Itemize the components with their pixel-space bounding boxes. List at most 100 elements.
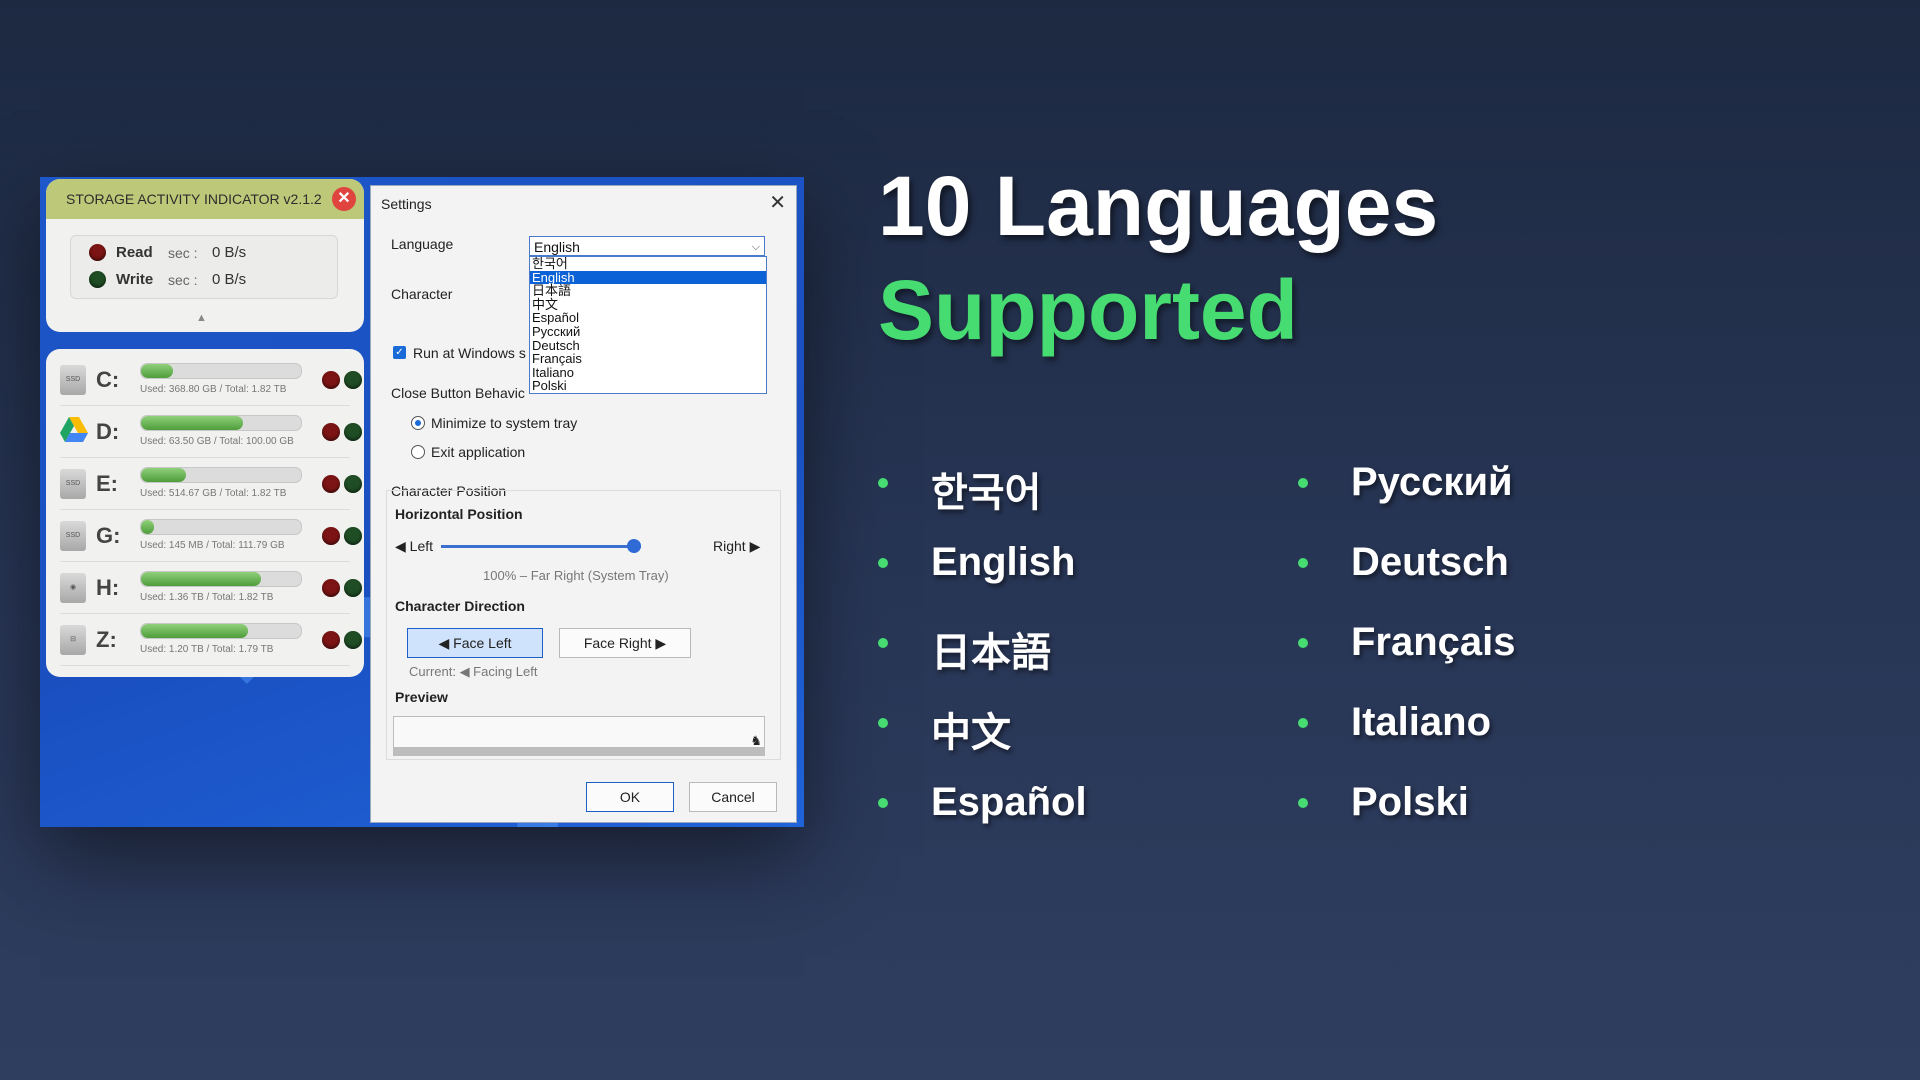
drive-row[interactable]: SSD C: Used: 368.80 GB / Total: 1.82 TB <box>60 355 362 406</box>
read-value: 0 B/s <box>212 244 247 261</box>
drive-letter: E: <box>96 471 118 496</box>
sec-label: sec : <box>168 244 198 261</box>
drive-letter: G: <box>96 523 121 548</box>
read-led-icon <box>322 527 340 545</box>
language-label: Language <box>391 236 454 252</box>
usage-bar-fill <box>141 416 244 430</box>
language-option[interactable]: English <box>530 270 766 285</box>
drive-activity-leds <box>322 631 362 649</box>
horizontal-slider-handle[interactable] <box>627 539 641 553</box>
run-at-windows-checkbox[interactable]: ✓ <box>393 346 406 359</box>
usage-bar <box>140 623 302 639</box>
write-led-icon <box>344 475 362 493</box>
horizontal-slider-track[interactable] <box>441 545 641 548</box>
minimize-label: Minimize to system tray <box>431 415 578 431</box>
ok-button[interactable]: OK <box>586 782 674 812</box>
widget-title: STORAGE ACTIVITY INDICATOR v2.1.2 <box>66 191 322 207</box>
write-led-icon <box>89 271 106 288</box>
character-sprite-icon: ♞ <box>750 733 762 748</box>
exit-radio[interactable] <box>411 445 425 459</box>
usage-bar <box>140 467 302 483</box>
language-option[interactable]: 中文 <box>530 298 766 312</box>
language-option[interactable]: 日本語 <box>530 284 766 298</box>
write-led-icon <box>344 371 362 389</box>
settings-dialog: Settings ✕ Language English ⌵ Character … <box>370 185 797 823</box>
language-select[interactable]: English ⌵ <box>529 236 765 256</box>
usage-bar <box>140 571 302 587</box>
usage-bar-fill <box>141 468 186 482</box>
close-icon[interactable]: ✕ <box>332 187 356 211</box>
close-icon[interactable]: ✕ <box>769 190 786 215</box>
write-row: Write sec : 0 B/s <box>89 271 246 288</box>
language-item: Deutsch <box>1351 540 1509 584</box>
app-screenshot: STORAGE ACTIVITY INDICATOR v2.1.2 ✕ Read… <box>40 177 804 827</box>
drive-activity-leds <box>322 527 362 545</box>
bullet-dot-icon <box>1298 558 1308 568</box>
drive-usage-info: Used: 1.36 TB / Total: 1.82 TB <box>140 592 274 603</box>
language-dropdown-list[interactable]: 한국어 English 日本語 中文 Español Русский Deutsch Fran… <box>529 256 767 394</box>
drive-activity-leds <box>322 423 362 441</box>
usage-bar-fill <box>141 364 173 378</box>
drive-letter: D: <box>96 419 120 444</box>
usage-bar-fill <box>141 572 261 586</box>
drive-usage-info: Used: 1.20 TB / Total: 1.79 TB <box>140 644 274 655</box>
bullet-dot-icon <box>878 638 888 648</box>
read-led-icon <box>322 423 340 441</box>
google-drive-icon <box>60 417 88 447</box>
bullet-dot-icon <box>878 478 888 488</box>
drive-usage-info: Used: 63.50 GB / Total: 100.00 GB <box>140 436 294 447</box>
drive-row[interactable]: D: Used: 63.50 GB / Total: 100.00 GB <box>60 407 362 458</box>
usage-bar-fill <box>141 520 154 534</box>
character-label: Character <box>391 286 453 302</box>
collapse-caret-icon[interactable]: ▲ <box>196 312 207 324</box>
language-option[interactable]: Polski <box>530 379 766 393</box>
read-row: Read sec : 0 B/s <box>89 244 246 261</box>
bullet-dot-icon <box>878 558 888 568</box>
drive-list-panel: SSD C: Used: 368.80 GB / Total: 1.82 TB D: U… <box>46 349 364 677</box>
language-option[interactable]: Español <box>530 311 766 325</box>
language-option[interactable]: Italiano <box>530 366 766 380</box>
drive-row[interactable]: ⊟ Z: Used: 1.20 TB / Total: 1.79 TB <box>60 615 362 666</box>
drive-row[interactable]: ◉ H: Used: 1.36 TB / Total: 1.82 TB <box>60 563 362 614</box>
drive-row[interactable]: SSD E: Used: 514.67 GB / Total: 1.82 TB <box>60 459 362 510</box>
drive-usage-info: Used: 368.80 GB / Total: 1.82 TB <box>140 384 287 395</box>
face-left-button[interactable]: ◀ Face Left <box>407 628 543 658</box>
language-item: 日本語 <box>931 631 1051 675</box>
read-led-icon <box>322 579 340 597</box>
bullet-dot-icon <box>878 718 888 728</box>
bullet-dot-icon <box>1298 718 1308 728</box>
drive-usage-info: Used: 514.67 GB / Total: 1.82 TB <box>140 488 287 499</box>
cancel-button[interactable]: Cancel <box>689 782 777 812</box>
widget-title-bar[interactable]: STORAGE ACTIVITY INDICATOR v2.1.2 ✕ <box>46 179 364 219</box>
run-at-windows-label: Run at Windows s <box>413 345 526 361</box>
read-led-icon <box>89 244 106 261</box>
language-item: Italiano <box>1351 700 1492 744</box>
usage-bar <box>140 363 302 379</box>
language-item: English <box>931 540 1076 584</box>
language-item: Español <box>931 780 1087 824</box>
language-option[interactable]: Русский <box>530 325 766 339</box>
preview-taskbar <box>394 747 764 755</box>
sec-label: sec : <box>168 271 198 288</box>
language-option[interactable]: Deutsch <box>530 338 766 353</box>
headline-subtitle: Supported <box>878 263 1298 357</box>
ssd-icon: SSD <box>60 469 86 499</box>
character-direction-heading: Character Direction <box>395 598 525 614</box>
write-led-icon <box>344 527 362 545</box>
minimize-radio[interactable] <box>411 416 425 430</box>
drive-letter: Z: <box>96 627 117 652</box>
drive-letter: C: <box>96 367 120 392</box>
network-drive-icon: ⊟ <box>60 625 86 655</box>
language-item: Русский <box>1351 460 1513 504</box>
drive-letter: H: <box>96 575 120 600</box>
bullet-dot-icon <box>1298 478 1308 488</box>
face-right-button[interactable]: Face Right ▶ <box>559 628 691 658</box>
drive-row[interactable]: SSD G: Used: 145 MB / Total: 111.79 GB <box>60 511 362 562</box>
read-write-box: Read sec : 0 B/s Write sec : 0 B/s <box>70 235 338 299</box>
bullet-dot-icon <box>878 798 888 808</box>
write-led-icon <box>344 631 362 649</box>
headline-title: 10 Languages <box>878 159 1439 253</box>
language-option[interactable]: Français <box>530 352 766 366</box>
language-option[interactable]: 한국어 <box>530 257 766 271</box>
slider-right-label: Right ▶ <box>713 538 761 554</box>
